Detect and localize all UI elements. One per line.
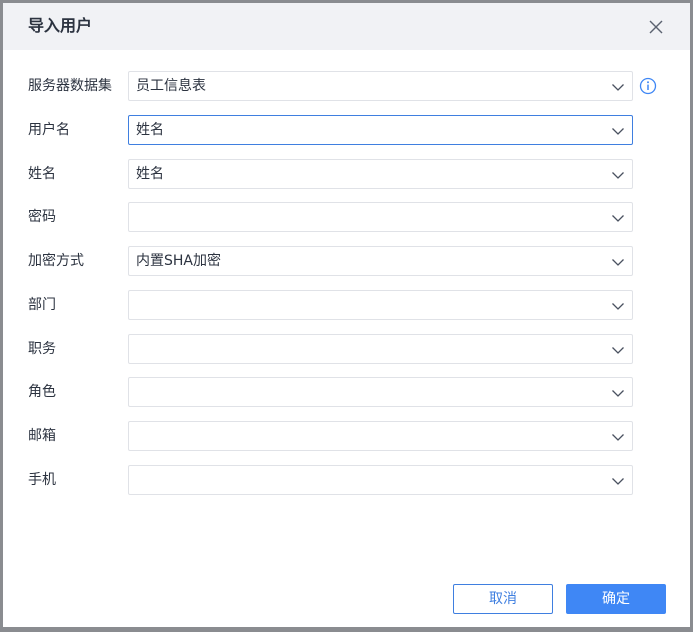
- form-row-department: 部门: [3, 290, 690, 320]
- form-row-encryption: 加密方式 内置SHA加密: [3, 246, 690, 276]
- username-label: 用户名: [28, 122, 70, 138]
- form-row-role: 角色: [3, 377, 690, 407]
- email-label: 邮箱: [28, 428, 56, 444]
- username-select-value: 姓名: [136, 122, 164, 138]
- cancel-button[interactable]: 取消: [453, 584, 553, 614]
- password-label: 密码: [28, 209, 56, 225]
- name-select[interactable]: 姓名: [128, 159, 633, 189]
- position-label: 职务: [28, 341, 56, 357]
- chevron-down-icon: [612, 390, 624, 397]
- close-button[interactable]: [645, 16, 667, 38]
- mobile-select[interactable]: [128, 465, 633, 495]
- encryption-select-value: 内置SHA加密: [136, 253, 221, 269]
- chevron-down-icon: [612, 347, 624, 354]
- chevron-down-icon: [612, 84, 624, 91]
- import-users-dialog: 导入用户 服务器数据集 员工信息表 用户名 姓名 姓名 姓名 密码 加密方式 内…: [3, 3, 690, 627]
- form-row-dataset: 服务器数据集 员工信息表: [3, 71, 690, 101]
- dialog-header: 导入用户: [3, 3, 690, 50]
- department-select[interactable]: [128, 290, 633, 320]
- dialog-title: 导入用户: [28, 16, 93, 35]
- dataset-label: 服务器数据集: [28, 78, 112, 94]
- name-label: 姓名: [28, 166, 56, 182]
- role-select[interactable]: [128, 377, 633, 407]
- chevron-down-icon: [612, 172, 624, 179]
- chevron-down-icon: [612, 128, 624, 135]
- chevron-down-icon: [612, 259, 624, 266]
- chevron-down-icon: [612, 303, 624, 310]
- form-row-email: 邮箱: [3, 421, 690, 451]
- form-row-mobile: 手机: [3, 465, 690, 495]
- mobile-label: 手机: [28, 472, 56, 488]
- department-label: 部门: [28, 297, 56, 313]
- info-icon[interactable]: [639, 77, 657, 95]
- password-select[interactable]: [128, 202, 633, 232]
- encryption-select[interactable]: 内置SHA加密: [128, 246, 633, 276]
- role-label: 角色: [28, 384, 56, 400]
- form-row-name: 姓名 姓名: [3, 159, 690, 189]
- close-icon: [649, 20, 663, 34]
- form-row-position: 职务: [3, 334, 690, 364]
- email-select[interactable]: [128, 421, 633, 451]
- position-select[interactable]: [128, 334, 633, 364]
- chevron-down-icon: [612, 215, 624, 222]
- chevron-down-icon: [612, 434, 624, 441]
- name-select-value: 姓名: [136, 166, 164, 182]
- encryption-label: 加密方式: [28, 253, 84, 269]
- chevron-down-icon: [612, 478, 624, 485]
- username-select[interactable]: 姓名: [128, 115, 633, 145]
- form-row-username: 用户名 姓名: [3, 115, 690, 145]
- dataset-select[interactable]: 员工信息表: [128, 71, 633, 101]
- form-row-password: 密码: [3, 202, 690, 232]
- confirm-button[interactable]: 确定: [566, 584, 666, 614]
- dataset-select-value: 员工信息表: [136, 78, 206, 94]
